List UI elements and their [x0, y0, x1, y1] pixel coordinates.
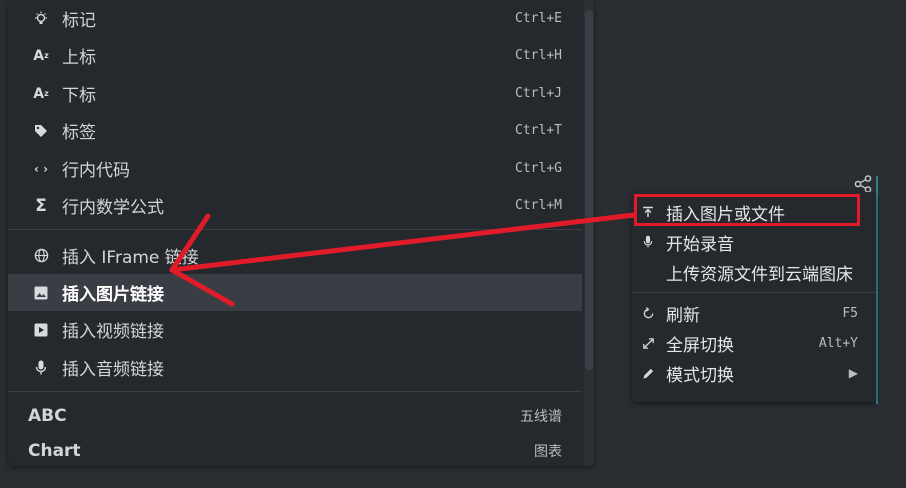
annotation-arrow — [169, 212, 637, 307]
